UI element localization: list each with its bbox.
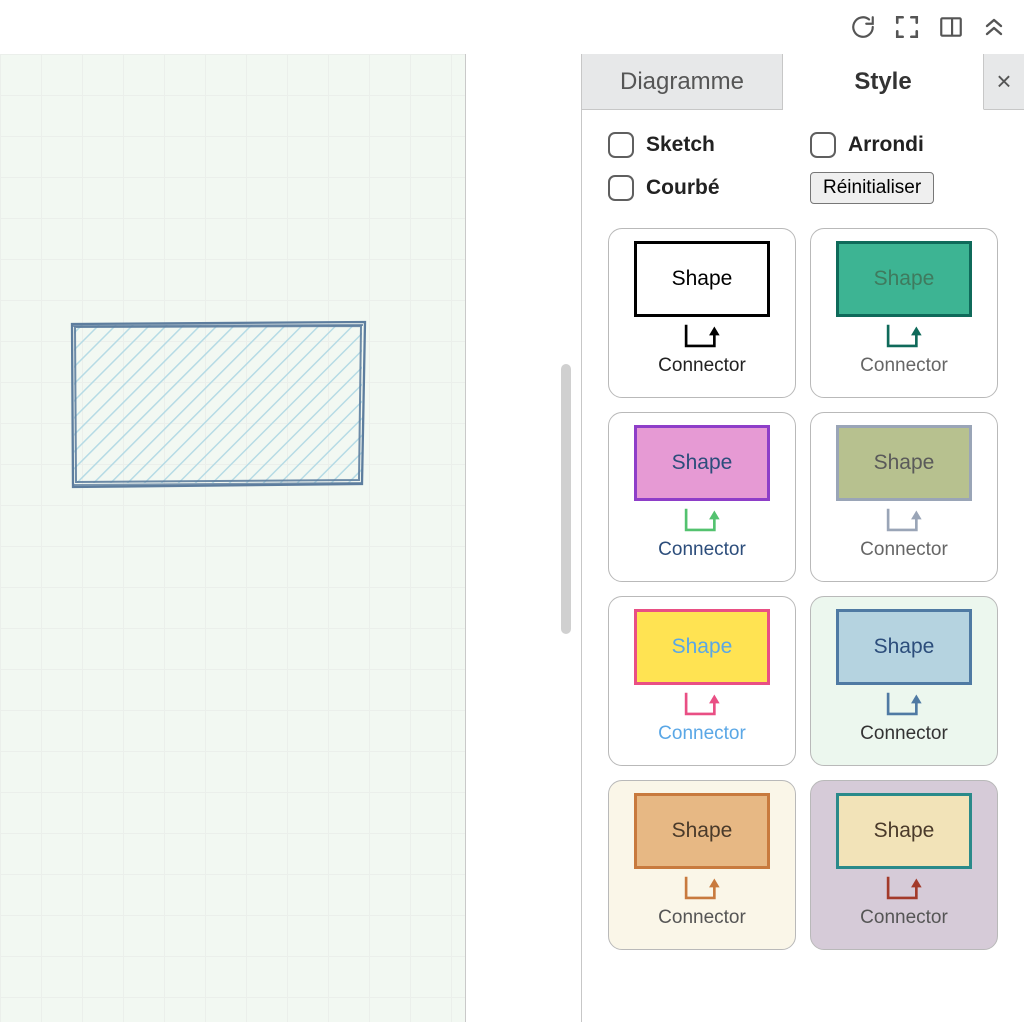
swatch-connector: Connector bbox=[860, 323, 948, 377]
swatch-shape: Shape bbox=[634, 609, 770, 685]
tab-diagramme[interactable]: Diagramme bbox=[582, 54, 783, 109]
swatch-connector: Connector bbox=[860, 691, 948, 745]
collapse-icon[interactable] bbox=[982, 14, 1006, 40]
swatch-connector-label: Connector bbox=[860, 539, 948, 561]
toggle-panel-icon[interactable] bbox=[938, 14, 964, 40]
close-panel-button[interactable]: × bbox=[984, 54, 1024, 109]
style-swatch-0[interactable]: Shape Connector bbox=[608, 228, 796, 398]
panel-tabs: Diagramme Style × bbox=[582, 54, 1024, 110]
swatch-connector: Connector bbox=[658, 323, 746, 377]
style-swatch-1[interactable]: Shape Connector bbox=[810, 228, 998, 398]
tab-style[interactable]: Style bbox=[783, 54, 984, 110]
canvas-grid bbox=[0, 54, 465, 1022]
swatch-connector-label: Connector bbox=[658, 907, 746, 929]
swatch-connector: Connector bbox=[658, 507, 746, 561]
format-panel: Diagramme Style × Sketch Arrondi Courbé bbox=[581, 54, 1024, 1022]
style-swatch-6[interactable]: Shape Connector bbox=[608, 780, 796, 950]
swatch-connector-label: Connector bbox=[658, 723, 746, 745]
swatch-shape: Shape bbox=[836, 425, 972, 501]
fullscreen-icon[interactable] bbox=[894, 14, 920, 40]
style-swatch-3[interactable]: Shape Connector bbox=[810, 412, 998, 582]
swatch-connector: Connector bbox=[860, 875, 948, 929]
style-swatch-4[interactable]: Shape Connector bbox=[608, 596, 796, 766]
checkbox-icon bbox=[810, 132, 836, 158]
swatch-connector-label: Connector bbox=[658, 355, 746, 377]
swatch-connector: Connector bbox=[658, 875, 746, 929]
checkbox-arrondi-label: Arrondi bbox=[848, 133, 924, 157]
panel-resize-handle[interactable] bbox=[466, 54, 581, 1022]
swatch-shape: Shape bbox=[836, 241, 972, 317]
checkbox-arrondi[interactable]: Arrondi bbox=[810, 132, 998, 158]
checkbox-courbe-label: Courbé bbox=[646, 176, 720, 200]
style-swatch-2[interactable]: Shape Connector bbox=[608, 412, 796, 582]
style-swatch-5[interactable]: Shape Connector bbox=[810, 596, 998, 766]
reset-button[interactable]: Réinitialiser bbox=[810, 172, 934, 204]
swatch-shape: Shape bbox=[836, 793, 972, 869]
swatch-connector-label: Connector bbox=[658, 539, 746, 561]
swatch-shape: Shape bbox=[634, 425, 770, 501]
checkbox-icon bbox=[608, 132, 634, 158]
swatch-shape: Shape bbox=[634, 793, 770, 869]
swatch-connector: Connector bbox=[658, 691, 746, 745]
swatch-shape: Shape bbox=[836, 609, 972, 685]
top-toolbar bbox=[0, 0, 1024, 54]
swatch-shape: Shape bbox=[634, 241, 770, 317]
swatch-connector-label: Connector bbox=[860, 723, 948, 745]
refresh-icon[interactable] bbox=[850, 14, 876, 40]
style-swatches: Shape Connector Shape Connector Shape Connect… bbox=[582, 228, 1024, 950]
swatch-connector: Connector bbox=[860, 507, 948, 561]
checkbox-sketch[interactable]: Sketch bbox=[608, 132, 796, 158]
checkbox-courbe[interactable]: Courbé bbox=[608, 172, 796, 204]
checkbox-icon bbox=[608, 175, 634, 201]
swatch-connector-label: Connector bbox=[860, 907, 948, 929]
drawing-canvas[interactable] bbox=[0, 54, 466, 1022]
swatch-connector-label: Connector bbox=[860, 355, 948, 377]
checkbox-sketch-label: Sketch bbox=[646, 133, 715, 157]
style-swatch-7[interactable]: Shape Connector bbox=[810, 780, 998, 950]
